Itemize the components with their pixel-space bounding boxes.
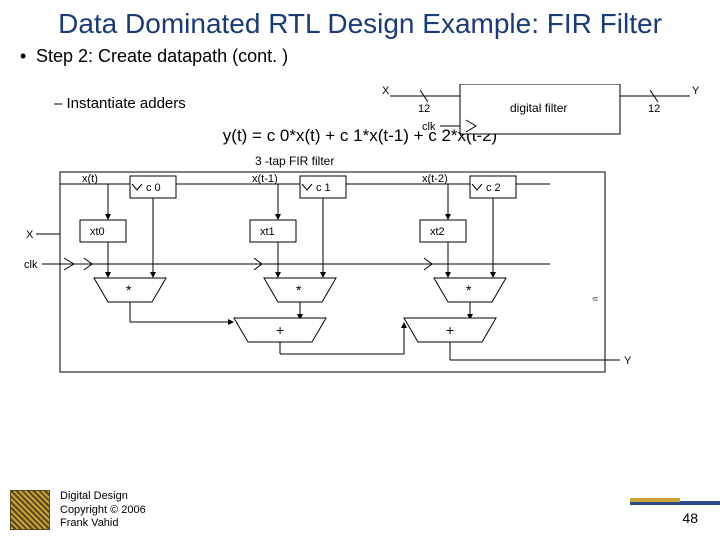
fir-y: Y bbox=[624, 355, 632, 367]
mul0: * bbox=[126, 282, 132, 298]
footer: Digital Design Copyright © 2006 Frank Va… bbox=[60, 490, 146, 530]
top-y-label: Y bbox=[692, 85, 700, 97]
bullet-sub-text: Instantiate adders bbox=[67, 95, 186, 112]
reg0: xt0 bbox=[90, 226, 105, 238]
top-x-label: X bbox=[382, 85, 390, 97]
page-number: 48 bbox=[682, 510, 698, 526]
fir-diagram: 3 -tap FIR filter a X clk x(t) c 0 xt0 bbox=[20, 154, 700, 384]
top-bits-out: 12 bbox=[648, 103, 660, 115]
logo-icon bbox=[10, 490, 50, 530]
footer-l3: Frank Vahid bbox=[60, 517, 146, 530]
fir-svg: X clk x(t) c 0 xt0 * bbox=[20, 154, 700, 384]
slide-title: Data Dominated RTL Design Example: FIR F… bbox=[0, 0, 720, 44]
footer-l2: Copyright © 2006 bbox=[60, 504, 146, 517]
reg1: xt1 bbox=[260, 226, 275, 238]
ribbon-icon bbox=[630, 498, 720, 508]
bullet-main: •Step 2: Create datapath (cont. ) bbox=[20, 46, 288, 67]
sig0: x(t) bbox=[82, 173, 98, 185]
add0: + bbox=[276, 322, 284, 338]
mul2: * bbox=[466, 282, 472, 298]
c2: c 2 bbox=[486, 182, 501, 194]
c1: c 1 bbox=[316, 182, 331, 194]
sig2: x(t-2) bbox=[422, 173, 448, 185]
add1: + bbox=[446, 322, 454, 338]
top-block-label: digital filter bbox=[510, 101, 567, 115]
top-bits-in: 12 bbox=[418, 103, 430, 115]
footer-l1: Digital Design bbox=[60, 490, 146, 503]
top-clk-label: clk bbox=[422, 121, 436, 133]
bullet-main-text: Step 2: Create datapath (cont. ) bbox=[36, 46, 288, 66]
mul1: * bbox=[296, 282, 302, 298]
c0: c 0 bbox=[146, 182, 161, 194]
top-diagram-svg: X 12 digital filter clk 12 Y bbox=[380, 84, 700, 144]
fir-x: X bbox=[26, 229, 34, 241]
sig1: x(t-1) bbox=[252, 173, 278, 185]
reg2: xt2 bbox=[430, 226, 445, 238]
top-block-diagram: X 12 digital filter clk 12 Y bbox=[380, 84, 700, 136]
fir-clk: clk bbox=[24, 259, 38, 271]
